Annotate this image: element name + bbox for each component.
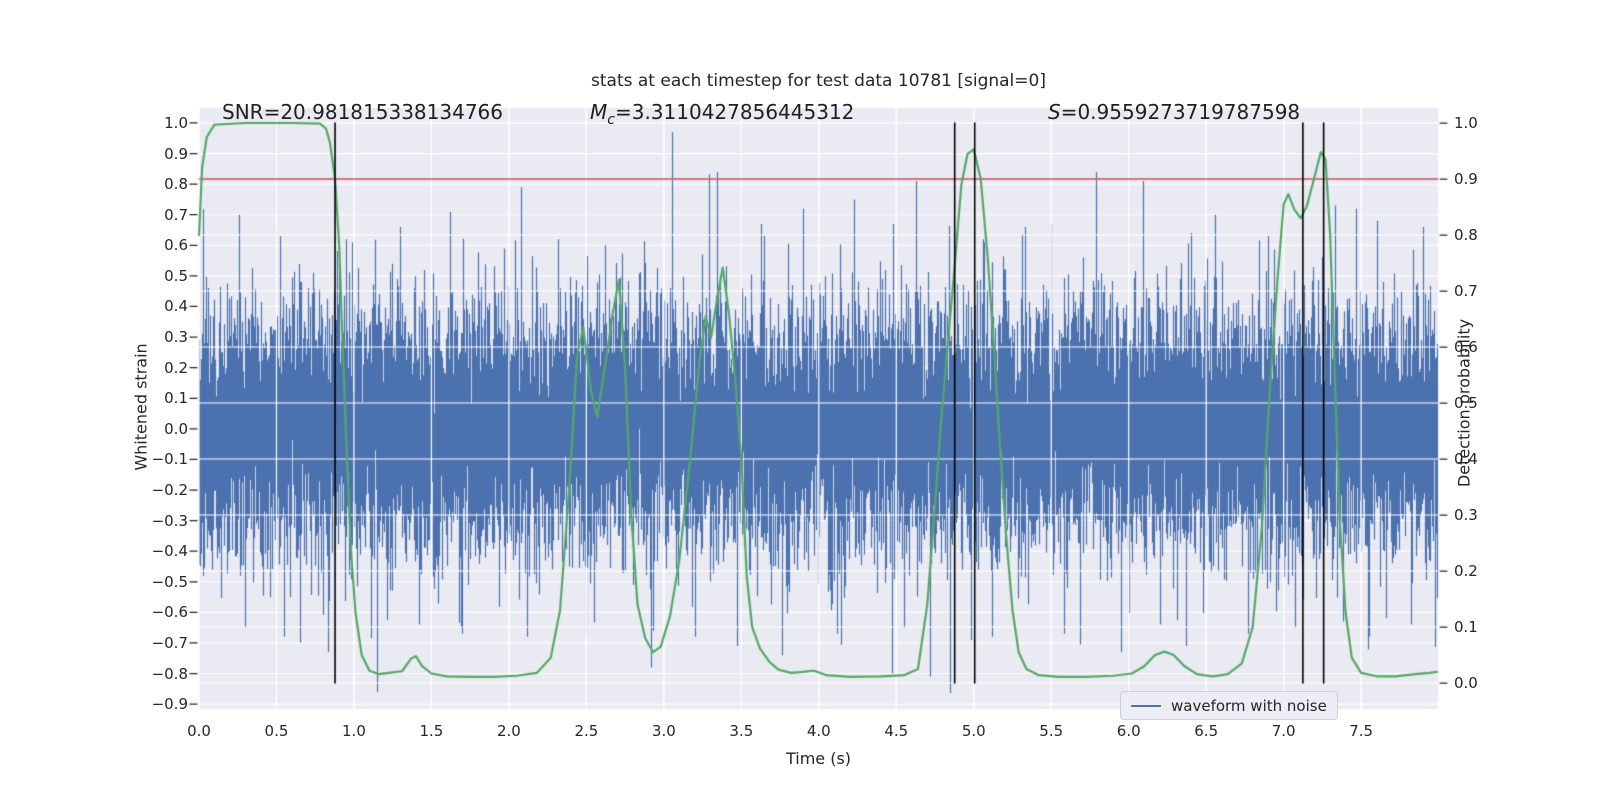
y-right-tick-label: 0.0 (1454, 674, 1478, 693)
y-left-tick-label: −0.8 (151, 664, 188, 683)
x-tick-label: 6.5 (1194, 722, 1219, 740)
figure: 1.0 0.9 0.8 0.7 0.6 0.5 0.4 0.3 0.2 0.1 0.0 −0.1 −0.… (0, 0, 1600, 800)
y-left-tick-label: 0.0 (164, 419, 188, 438)
y-axis-label-right: Detection probability (1454, 318, 1474, 488)
x-tick-label: 1.0 (342, 722, 366, 740)
y-left-tick-label: −0.6 (151, 603, 188, 622)
y-left-tick-label: −0.7 (151, 633, 188, 652)
y-left-tick-label: 0.2 (164, 358, 188, 377)
x-tick-label: 2.0 (496, 722, 521, 740)
x-tick-label: 1.5 (419, 722, 444, 740)
y-left-tick-label: 0.1 (164, 389, 188, 408)
y-left-tick-label: 0.5 (164, 266, 188, 285)
y-left-tick-label: 0.3 (164, 328, 188, 347)
y-right-tick-label: 0.9 (1454, 170, 1478, 188)
legend-line-swatch (1131, 704, 1161, 707)
y-axis-label-left: Whitened strain (131, 343, 151, 471)
x-tick-label: 4.5 (884, 722, 909, 740)
x-tick-label: 0.0 (187, 722, 211, 740)
x-tick-label: 7.0 (1271, 722, 1296, 740)
y-left-tick-label: 0.7 (164, 205, 188, 224)
legend: waveform with noise (1120, 691, 1338, 720)
x-tick-label: 4.0 (806, 722, 831, 740)
y-right-tick-label: 0.1 (1454, 618, 1478, 636)
y-left-tick-label: −0.9 (151, 695, 188, 714)
y-left-tick-label: 0.8 (164, 175, 188, 194)
x-tick-label: 6.0 (1116, 722, 1141, 740)
chirp-mass-annotation: Mc=3.3110427856445312 (590, 100, 855, 128)
y-left-tick-label: −0.4 (151, 542, 188, 561)
x-tick-label: 3.5 (729, 722, 754, 740)
y-right-tick-label: 0.8 (1454, 226, 1478, 244)
y-left-tick-label: −0.5 (151, 572, 188, 591)
legend-label: waveform with noise (1171, 696, 1327, 715)
score-annotation: S=0.9559273719787598 (1048, 100, 1301, 124)
y-right-tick-label: 0.3 (1454, 506, 1478, 524)
y-left-tick-label: −0.2 (151, 481, 188, 499)
x-tick-label: 7.5 (1349, 722, 1374, 740)
y-left-tick-label: 0.4 (164, 297, 188, 316)
x-tick-label: 0.5 (264, 722, 289, 740)
y-left-tick-label: 1.0 (164, 113, 188, 132)
y-left-tick-label: −0.3 (151, 511, 188, 530)
chart-title: stats at each timestep for test data 107… (591, 71, 1046, 91)
x-tick-label: 5.0 (961, 722, 986, 740)
snr-annotation: SNR=20.981815338134766 (222, 100, 503, 124)
y-right-tick-label: 0.2 (1454, 562, 1478, 580)
y-left-tick-label: 0.6 (164, 236, 188, 255)
x-tick-label: 2.5 (574, 722, 599, 740)
x-axis-label: Time (s) (785, 749, 852, 768)
y-left-tick-label: 0.9 (164, 144, 188, 163)
x-tick-label: 3.0 (651, 722, 676, 740)
y-right-tick-label: 0.7 (1454, 282, 1478, 300)
x-tick-label: 5.5 (1039, 722, 1064, 740)
y-right-tick-label: 1.0 (1454, 114, 1478, 132)
y-left-tick-label: −0.1 (151, 450, 188, 469)
